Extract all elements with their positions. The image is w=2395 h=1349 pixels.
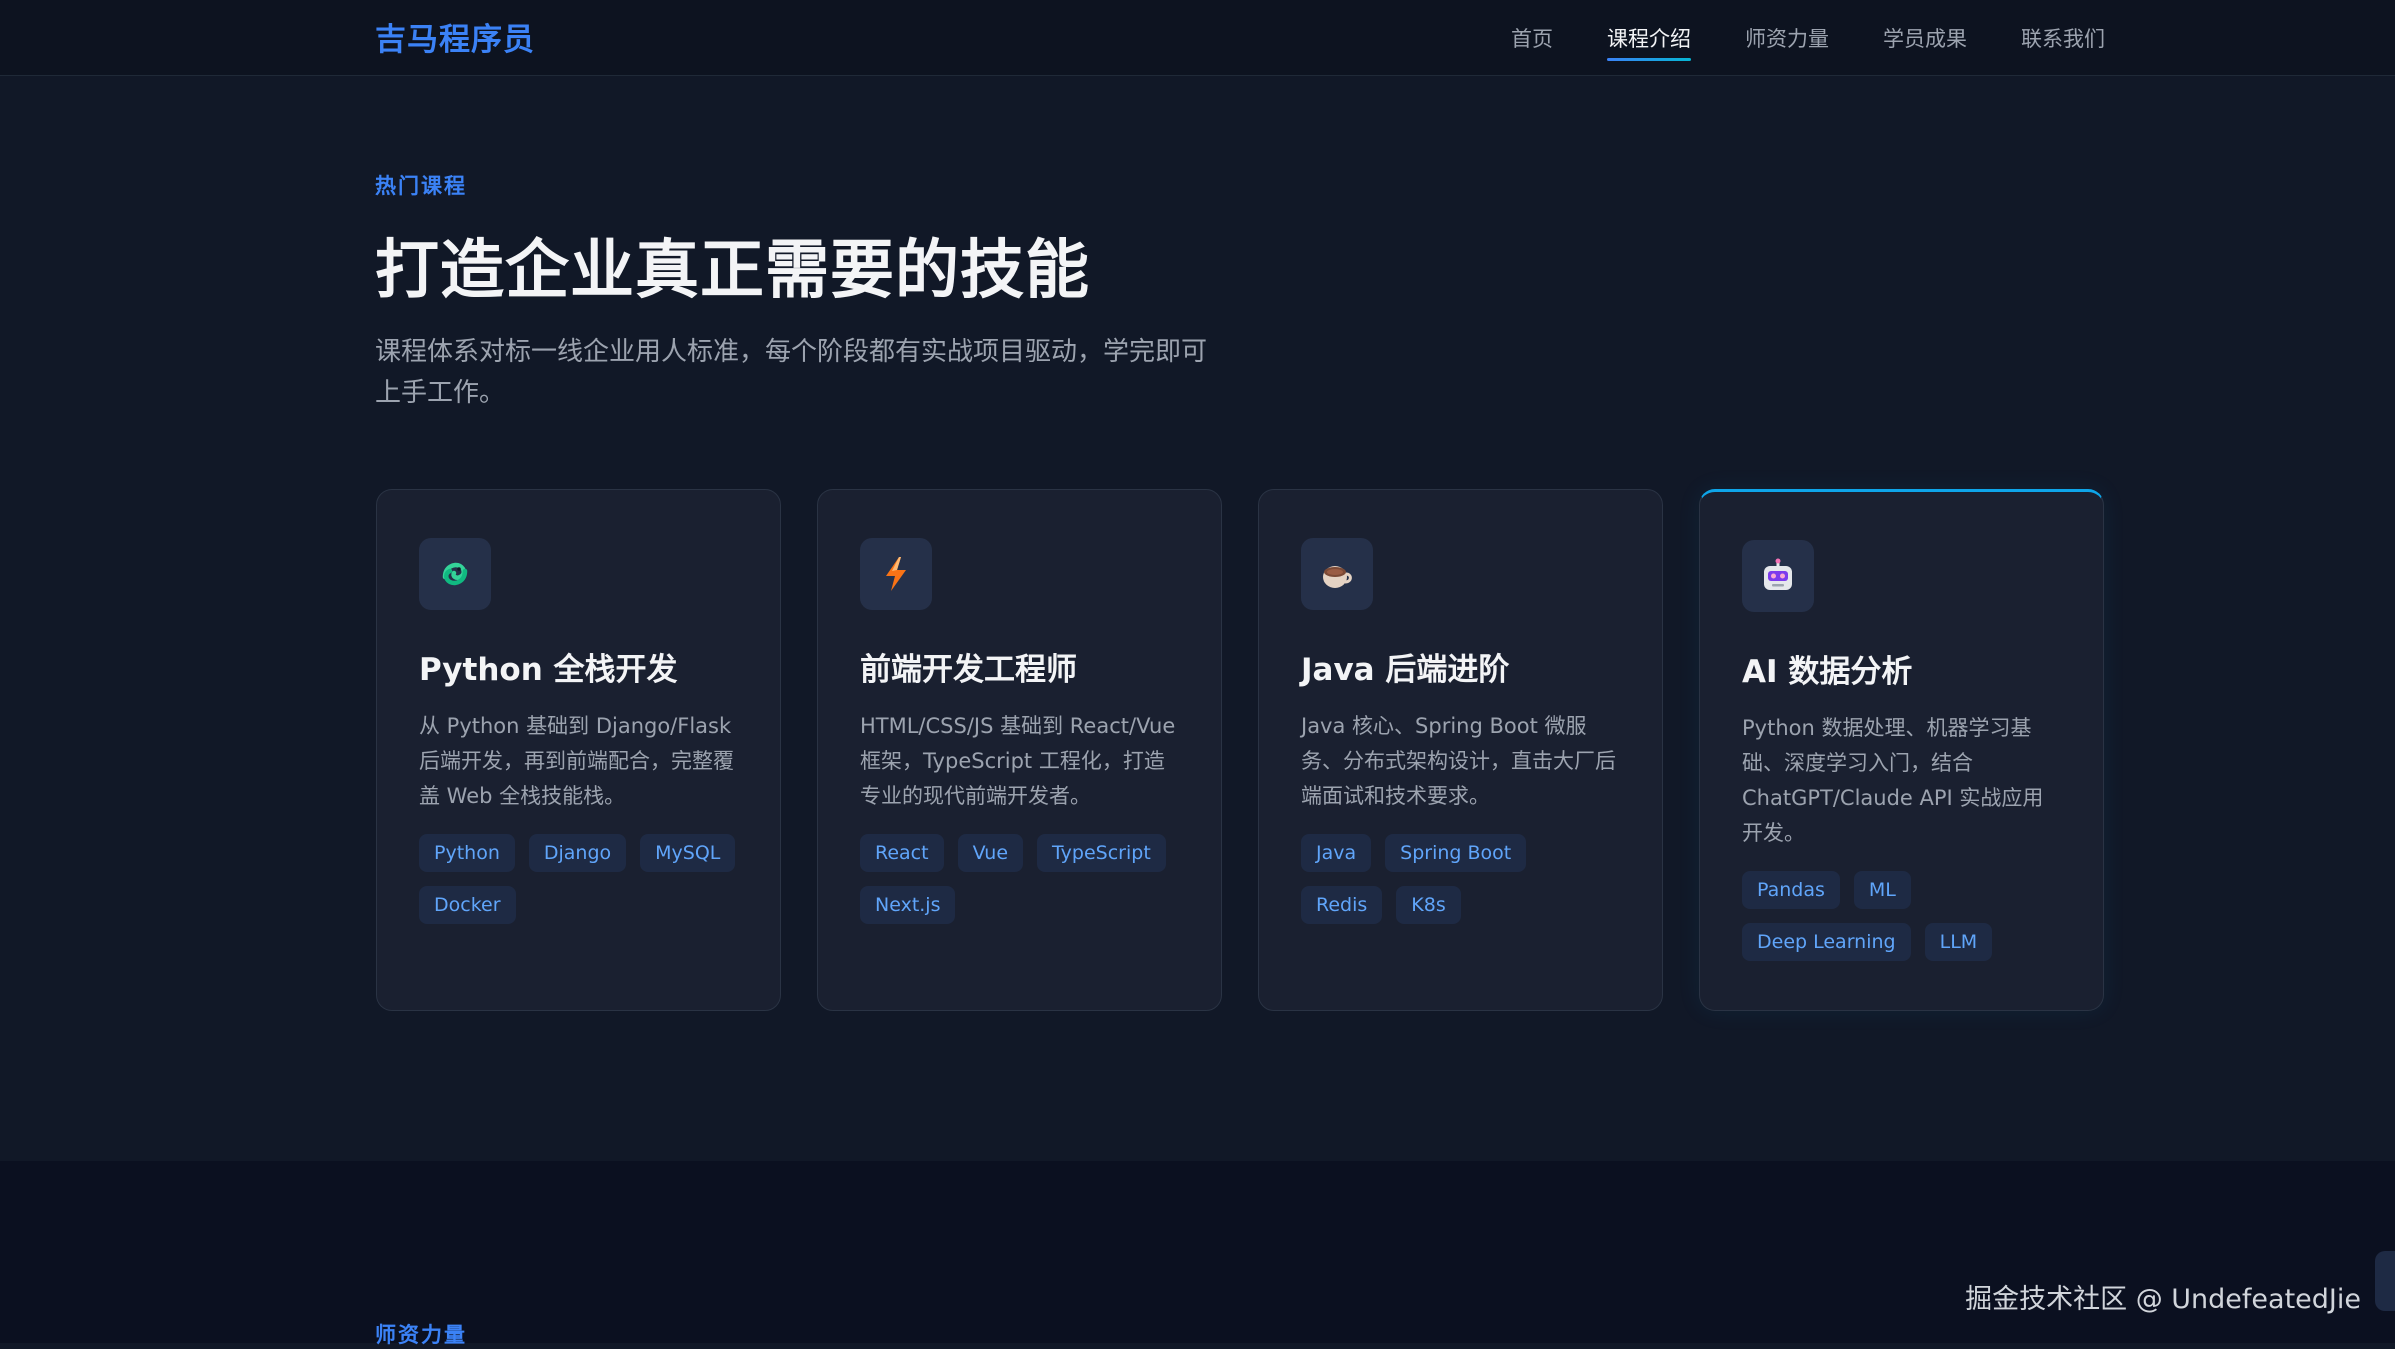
tag: K8s xyxy=(1396,886,1461,924)
course-card-python[interactable]: Python 全栈开发 从 Python 基础到 Django/Flask 后端… xyxy=(376,489,781,1011)
tag: Docker xyxy=(419,886,516,924)
main-nav: 首页 课程介绍 师资力量 学员成果 联系我们 xyxy=(1511,0,2105,76)
card-description: Python 数据处理、机器学习基础、深度学习入门，结合 ChatGPT/Cla… xyxy=(1742,716,2044,845)
coffee-cup-icon xyxy=(1301,538,1373,610)
nav-item-courses[interactable]: 课程介绍 xyxy=(1607,15,1691,61)
course-cards: Python 全栈开发 从 Python 基础到 Django/Flask 后端… xyxy=(376,489,2104,1011)
tag: LLM xyxy=(1924,923,1993,961)
tag-list: Python Django MySQL Docker xyxy=(419,834,738,924)
tag: Django xyxy=(528,834,627,872)
course-card-java[interactable]: Java 后端进阶 Java 核心、Spring Boot 微服务、分布式架构设… xyxy=(1258,489,1663,1011)
card-description: HTML/CSS/JS 基础到 React/Vue 框架，TypeScript … xyxy=(860,714,1176,808)
section-description: 课程体系对标一线企业用人标准，每个阶段都有实战项目驱动，学完即可上手工作。 xyxy=(375,337,1208,408)
section-tag: 师资力量 xyxy=(375,1323,467,1347)
tag: Pandas xyxy=(1742,871,1840,909)
watermark: 掘金技术社区 @ UndefeatedJie xyxy=(1965,1284,2361,1315)
course-card-frontend[interactable]: 前端开发工程师 HTML/CSS/JS 基础到 React/Vue 框架，Typ… xyxy=(817,489,1222,1011)
site-logo[interactable]: 吉马程序员 xyxy=(375,14,535,59)
tag: React xyxy=(860,834,944,872)
course-card-ai[interactable]: AI 数据分析 Python 数据处理、机器学习基础、深度学习入门，结合 Cha… xyxy=(1699,489,2104,1011)
tag: Vue xyxy=(957,834,1024,872)
python-snake-icon xyxy=(419,538,491,610)
top-navbar: 吉马程序员 首页 课程介绍 师资力量 学员成果 联系我们 xyxy=(0,0,2395,76)
card-description: Java 核心、Spring Boot 微服务、分布式架构设计，直击大厂后端面试… xyxy=(1301,714,1616,808)
tag: Java xyxy=(1301,834,1372,872)
robot-icon xyxy=(1742,540,1814,612)
tag: Redis xyxy=(1301,886,1383,924)
tag: Deep Learning xyxy=(1742,923,1911,961)
section-title: 打造企业真正需要的技能 xyxy=(375,234,1090,308)
tag: Next.js xyxy=(860,886,956,924)
tag: Python xyxy=(419,834,515,872)
tag-list: React Vue TypeScript Next.js xyxy=(860,834,1179,924)
tag-list: Java Spring Boot Redis K8s xyxy=(1301,834,1620,924)
card-title: AI 数据分析 xyxy=(1742,654,1913,690)
nav-item-teachers[interactable]: 师资力量 xyxy=(1745,15,1829,61)
card-title: 前端开发工程师 xyxy=(860,652,1077,688)
tag: Spring Boot xyxy=(1385,834,1527,872)
nav-item-home[interactable]: 首页 xyxy=(1511,15,1553,61)
card-description: 从 Python 基础到 Django/Flask 后端开发，再到前端配合，完整… xyxy=(419,714,734,808)
nav-item-contact[interactable]: 联系我们 xyxy=(2021,15,2105,61)
tag: ML xyxy=(1853,871,1911,909)
lightning-icon xyxy=(860,538,932,610)
card-title: Java 后端进阶 xyxy=(1301,652,1510,688)
tag: MySQL xyxy=(640,834,736,872)
tag-list: Pandas ML Deep Learning LLM xyxy=(1742,871,2061,961)
nav-item-results[interactable]: 学员成果 xyxy=(1883,15,1967,61)
tag: TypeScript xyxy=(1037,834,1166,872)
card-title: Python 全栈开发 xyxy=(419,652,678,688)
courses-section: 热门课程 打造企业真正需要的技能 课程体系对标一线企业用人标准，每个阶段都有实战… xyxy=(0,77,2395,1161)
section-tag: 热门课程 xyxy=(375,174,467,198)
floating-side-button[interactable] xyxy=(2375,1251,2395,1311)
